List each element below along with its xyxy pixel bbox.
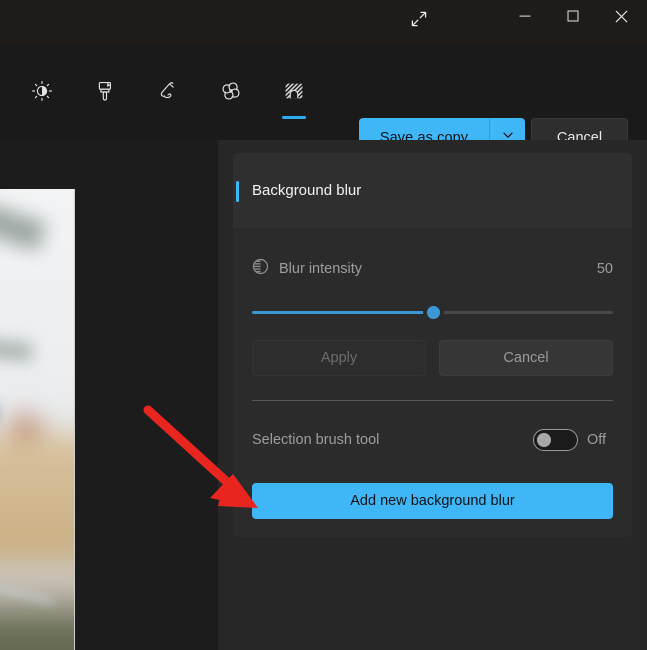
background-blur-card: Background blur Blur intensity 50 Apply … bbox=[233, 153, 632, 537]
blur-intensity-label: Blur intensity bbox=[279, 261, 363, 277]
card-title: Background blur bbox=[252, 182, 362, 199]
expand-arrows-icon bbox=[410, 10, 428, 33]
slider-fill bbox=[252, 311, 433, 314]
cancel-button-panel[interactable]: Cancel bbox=[439, 340, 613, 376]
background-blur-icon bbox=[283, 80, 305, 102]
editor-toolbar: Save as copy Cancel bbox=[0, 45, 647, 157]
photo-preview[interactable] bbox=[0, 189, 75, 650]
selection-brush-toggle[interactable] bbox=[533, 429, 578, 451]
add-new-background-blur-button[interactable]: Add new background blur bbox=[252, 483, 613, 519]
toggle-knob bbox=[537, 433, 551, 447]
apply-cancel-button-row: Apply Cancel bbox=[252, 340, 613, 376]
slider-thumb[interactable] bbox=[423, 303, 443, 322]
photos-editor-window: Save as copy Cancel Background blur Blur… bbox=[0, 0, 647, 650]
blur-intensity-icon bbox=[252, 258, 269, 280]
minimize-button[interactable] bbox=[502, 0, 548, 32]
minimize-icon bbox=[519, 10, 531, 22]
close-button[interactable] bbox=[598, 0, 644, 32]
tool-filters[interactable] bbox=[85, 75, 125, 119]
tool-adjustments[interactable] bbox=[22, 75, 62, 119]
maximize-button[interactable] bbox=[550, 0, 596, 32]
blur-intensity-slider[interactable] bbox=[252, 300, 613, 326]
marker-pen-icon bbox=[157, 80, 179, 102]
accent-bar bbox=[236, 181, 239, 202]
tool-retouch[interactable] bbox=[211, 75, 251, 119]
selection-brush-state: Off bbox=[587, 432, 607, 448]
tool-icon-group bbox=[22, 75, 314, 119]
tool-background-blur[interactable] bbox=[274, 75, 314, 119]
selection-brush-row: Selection brush tool Off bbox=[252, 425, 613, 455]
card-body: Blur intensity 50 Apply Cancel Selection… bbox=[233, 228, 632, 537]
blur-intensity-value: 50 bbox=[596, 261, 613, 277]
tool-markup[interactable] bbox=[148, 75, 188, 119]
effects-side-panel: Background blur Blur intensity 50 Apply … bbox=[218, 140, 647, 650]
card-header: Background blur bbox=[233, 153, 632, 228]
expand-button[interactable] bbox=[398, 4, 440, 38]
apply-button[interactable]: Apply bbox=[252, 340, 426, 376]
canvas-area bbox=[0, 140, 218, 650]
blur-intensity-row: Blur intensity 50 bbox=[252, 228, 613, 298]
bandage-icon bbox=[220, 80, 242, 102]
section-divider bbox=[252, 400, 613, 401]
paintbrush-icon bbox=[94, 80, 116, 102]
title-bar bbox=[0, 0, 647, 45]
active-tool-indicator bbox=[282, 116, 306, 119]
brightness-icon bbox=[31, 80, 53, 102]
selection-brush-label: Selection brush tool bbox=[252, 432, 380, 448]
close-icon bbox=[615, 10, 628, 23]
maximize-icon bbox=[567, 10, 579, 22]
photo-image bbox=[0, 189, 74, 650]
